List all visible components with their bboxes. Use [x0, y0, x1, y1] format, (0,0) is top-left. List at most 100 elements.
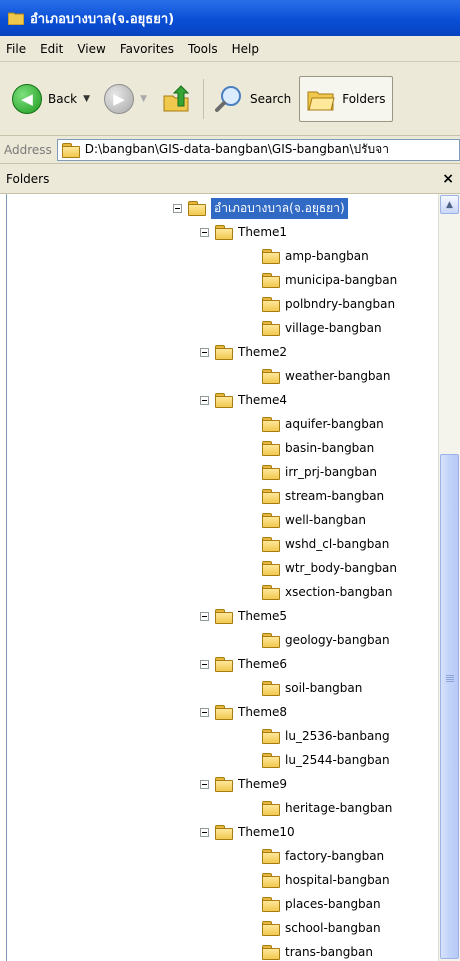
tree-item-folder[interactable]: polbndry-bangban: [262, 294, 395, 314]
folder-icon: [262, 513, 280, 528]
forward-dropdown-icon[interactable]: ▼: [140, 94, 147, 104]
collapse-icon[interactable]: [200, 227, 209, 237]
folder-icon: [215, 393, 233, 408]
folder-icon: [215, 825, 233, 840]
tree-item-label: อำเภอบางบาล(จ.อยุธยา): [211, 197, 348, 219]
tree-item-folder[interactable]: municipa-bangban: [262, 270, 397, 290]
tree-item-label: stream-bangban: [285, 489, 385, 503]
tree-item-folder[interactable]: soil-bangban: [262, 678, 362, 698]
tree-item-label: well-bangban: [285, 513, 366, 527]
tree-item-root[interactable]: อำเภอบางบาล(จ.อยุธยา): [173, 197, 348, 219]
tree-item-folder[interactable]: lu_2536-banbang: [262, 726, 390, 746]
tree-item-folder[interactable]: stream-bangban: [262, 486, 384, 506]
folder-icon: [215, 705, 233, 720]
toolbar-separator: [202, 78, 204, 119]
folder-icon: [262, 753, 280, 768]
search-icon: [214, 85, 241, 112]
tree-item-label: aquifer-bangban: [285, 417, 384, 431]
collapse-icon[interactable]: [200, 347, 209, 357]
tree-item-folder[interactable]: irr_prj-bangban: [262, 462, 377, 482]
folder-icon: [215, 609, 233, 624]
back-label: Back: [48, 91, 78, 106]
tree-item-label: Theme9: [238, 777, 288, 791]
tree-item-label: school-bangban: [285, 921, 381, 935]
scroll-up-icon[interactable]: ▲: [440, 195, 459, 214]
folder-tree: อำเภอบางบาล(จ.อยุธยา) Theme1 amp-bangban mu…: [6, 194, 438, 961]
folder-icon: [262, 465, 280, 480]
collapse-icon[interactable]: [173, 203, 182, 213]
menu-file[interactable]: File: [6, 42, 26, 56]
tree-item-folder[interactable]: heritage-bangban: [262, 798, 392, 818]
folder-icon: [262, 921, 280, 936]
menu-help[interactable]: Help: [232, 42, 259, 56]
tree-item-group[interactable]: Theme4: [200, 390, 287, 410]
menu-tools[interactable]: Tools: [188, 42, 218, 56]
search-label: Search: [249, 91, 292, 106]
tree-item-folder[interactable]: wtr_body-bangban: [262, 558, 397, 578]
tree-item-folder[interactable]: school-bangban: [262, 918, 381, 938]
folder-icon: [262, 273, 280, 288]
up-folder-icon: [163, 84, 190, 111]
tree-item-group[interactable]: Theme2: [200, 342, 287, 362]
vertical-scrollbar[interactable]: ▲: [438, 194, 460, 961]
tree-item-label: amp-bangban: [285, 249, 369, 263]
back-button[interactable]: ◀ Back ▼: [6, 76, 96, 122]
address-bar: Address D:\bangban\GIS-data-bangban\GIS-…: [0, 136, 460, 164]
address-input[interactable]: D:\bangban\GIS-data-bangban\GIS-bangban\…: [56, 138, 460, 161]
menu-edit[interactable]: Edit: [40, 42, 63, 56]
tree-item-group[interactable]: Theme1: [200, 222, 287, 242]
search-button[interactable]: Search: [208, 76, 297, 122]
tree-item-folder[interactable]: aquifer-bangban: [262, 414, 384, 434]
tree-item-group[interactable]: Theme10: [200, 822, 295, 842]
collapse-icon[interactable]: [200, 395, 209, 405]
folder-icon: [262, 681, 280, 696]
tree-item-folder[interactable]: factory-bangban: [262, 846, 384, 866]
tree-item-folder[interactable]: lu_2544-bangban: [262, 750, 390, 770]
close-icon[interactable]: ×: [442, 171, 454, 187]
tree-item-label: soil-bangban: [285, 681, 363, 695]
tree-item-folder[interactable]: weather-bangban: [262, 366, 391, 386]
collapse-icon[interactable]: [200, 827, 209, 837]
collapse-icon[interactable]: [200, 659, 209, 669]
tree-item-label: Theme8: [238, 705, 288, 719]
forward-button[interactable]: ▶ ▼: [98, 76, 153, 122]
menu-favorites[interactable]: Favorites: [120, 42, 174, 56]
tree-item-group[interactable]: Theme6: [200, 654, 287, 674]
folder-icon: [262, 801, 280, 816]
tree-item-folder[interactable]: hospital-bangban: [262, 870, 390, 890]
tree-item-folder[interactable]: places-bangban: [262, 894, 381, 914]
tree-item-group[interactable]: Theme9: [200, 774, 287, 794]
tree-item-folder[interactable]: trans-bangban: [262, 942, 373, 961]
tree-item-folder[interactable]: basin-bangban: [262, 438, 374, 458]
tree-item-label: trans-bangban: [285, 945, 373, 959]
folder-icon: [262, 441, 280, 456]
folder-icon: [215, 777, 233, 792]
address-label: Address: [4, 142, 52, 157]
tree-item-folder[interactable]: amp-bangban: [262, 246, 369, 266]
collapse-icon[interactable]: [200, 779, 209, 789]
folder-icon: [262, 729, 280, 744]
back-dropdown-icon[interactable]: ▼: [83, 94, 90, 104]
tree-item-folder[interactable]: well-bangban: [262, 510, 366, 530]
address-value: D:\bangban\GIS-data-bangban\GIS-bangban\…: [84, 142, 389, 156]
tree-item-group[interactable]: Theme8: [200, 702, 287, 722]
tree-item-label: Theme2: [238, 345, 288, 359]
tree-item-folder[interactable]: village-bangban: [262, 318, 382, 338]
tree-item-label: polbndry-bangban: [285, 297, 396, 311]
collapse-icon[interactable]: [200, 611, 209, 621]
folder-icon: [262, 849, 280, 864]
folders-icon: [307, 91, 335, 110]
tree-item-folder[interactable]: geology-bangban: [262, 630, 390, 650]
tree-item-label: lu_2544-bangban: [285, 753, 390, 767]
collapse-icon[interactable]: [200, 707, 209, 717]
tree-item-group[interactable]: Theme5: [200, 606, 287, 626]
scroll-thumb[interactable]: [440, 454, 459, 959]
tree-item-label: wtr_body-bangban: [285, 561, 398, 575]
tree-item-folder[interactable]: xsection-bangban: [262, 582, 392, 602]
menu-view[interactable]: View: [77, 42, 105, 56]
folders-button[interactable]: Folders: [299, 75, 393, 122]
up-folder-button[interactable]: [155, 76, 197, 122]
tree-item-label: xsection-bangban: [285, 585, 393, 599]
back-arrow-icon: ◀: [12, 83, 42, 114]
tree-item-folder[interactable]: wshd_cl-bangban: [262, 534, 389, 554]
